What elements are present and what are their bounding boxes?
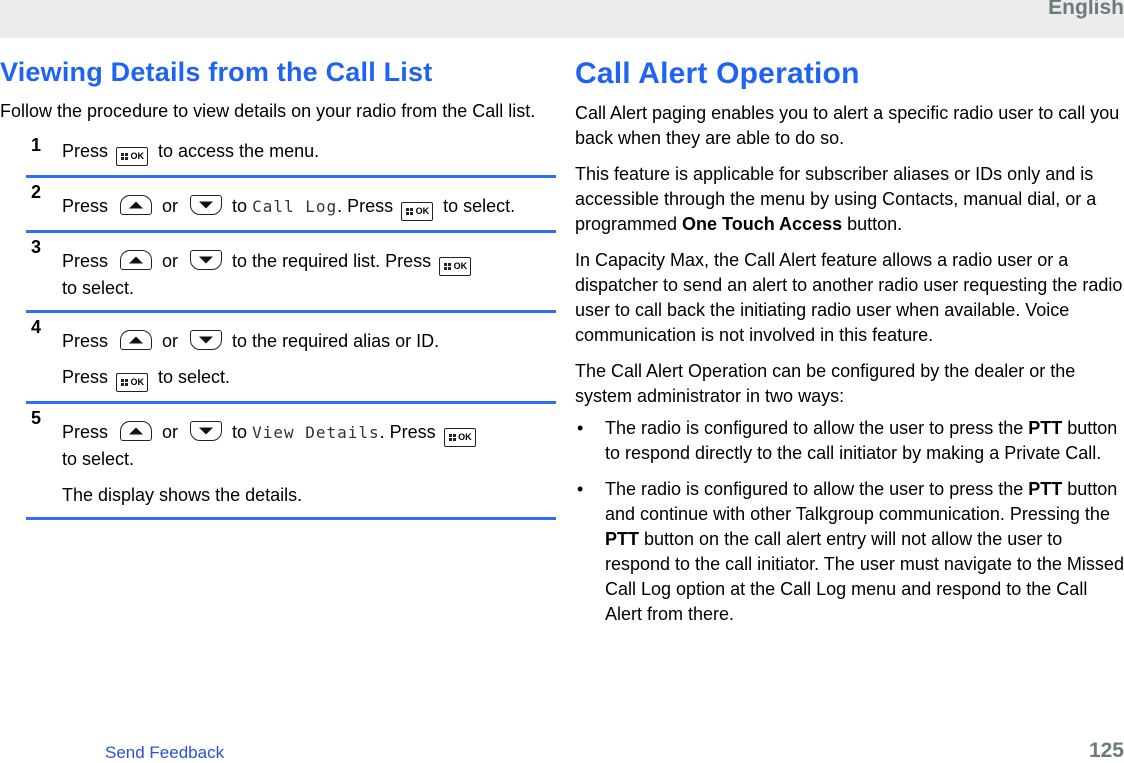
step-text-part: to the required list. Press: [232, 251, 432, 271]
navigation-down-icon: [190, 330, 223, 350]
menu-ok-button-icon: OK: [443, 428, 476, 447]
list-item: • The radio is configured to allow the us…: [577, 479, 1124, 624]
step-number: 4: [31, 317, 42, 337]
step-number: 2: [31, 182, 42, 202]
step-text: Press or to Call Log. Press OK to select.: [62, 194, 556, 221]
step-5: 5 Press or to View Details. Press OK to sele…: [26, 404, 556, 520]
step-text-part: or: [162, 422, 179, 442]
section-title-viewing-details: Viewing Details from the Call List: [0, 57, 433, 87]
step-number: 3: [31, 237, 42, 257]
bullet-icon: •: [577, 479, 584, 499]
step-text-part: to select.: [62, 278, 135, 298]
configuration-options-list: • The radio is configured to allow the us…: [575, 416, 1124, 627]
step-4: 4 Press or to the required alias or ID. Pr…: [26, 313, 556, 404]
step-text: Press or to View Details. Press OK to select…: [62, 420, 556, 472]
send-feedback-link[interactable]: Send Feedback: [105, 743, 224, 763]
step-3: 3 Press or to the required list. Press OK to…: [26, 233, 556, 313]
right-column: Call Alert Operation Call Alert paging e…: [575, 54, 1124, 638]
bullet-icon: •: [577, 418, 584, 438]
emphasis-ptt: PTT: [1028, 418, 1063, 438]
navigation-up-icon: [120, 250, 153, 270]
step-text: Press OK to select.: [62, 365, 556, 392]
navigation-up-icon: [120, 330, 153, 350]
menu-ok-button-icon: OK: [401, 202, 434, 221]
menu-ok-button-icon: OK: [116, 373, 149, 392]
navigation-down-icon: [190, 421, 223, 441]
step-text-part: to select.: [158, 367, 231, 387]
step-text-part: . Press: [337, 196, 394, 216]
paragraph-intro: Call Alert paging enables you to alert a…: [575, 103, 1120, 148]
display-text-view-details: View Details: [252, 423, 380, 442]
language-label: English: [1048, 0, 1124, 19]
emphasis-one-touch-access: One Touch Access: [682, 214, 843, 234]
step-text-part: Press: [62, 367, 109, 387]
navigation-up-icon: [120, 421, 153, 441]
paragraph-applicability: This feature is applicable for subscribe…: [575, 164, 1097, 234]
navigation-up-icon: [120, 195, 153, 215]
step-text-part: or: [162, 196, 179, 216]
menu-ok-button-icon: OK: [439, 257, 472, 276]
navigation-down-icon: [190, 250, 223, 270]
step-text-part: or: [162, 251, 179, 271]
paragraph-configuration: The Call Alert Operation can be configur…: [575, 361, 1076, 406]
step-number: 5: [31, 408, 42, 428]
paragraph-capacity-max: In Capacity Max, the Call Alert feature …: [575, 250, 1123, 345]
step-2: 2 Press or to Call Log. Press OK to select.: [26, 178, 556, 233]
step-text-part: to select.: [443, 196, 516, 216]
procedure-steps: 1 Press OK to access the menu. 2 Press or to…: [0, 135, 556, 520]
step-text: Press or to the required alias or ID.: [62, 329, 556, 354]
list-item: • The radio is configured to allow the us…: [577, 418, 1118, 463]
emphasis-ptt: PTT: [1028, 479, 1063, 499]
step-text-part: to: [232, 196, 248, 216]
step-text-part: . Press: [379, 422, 436, 442]
step-1: 1 Press OK to access the menu.: [26, 135, 556, 178]
step-text: Press OK to access the menu.: [62, 139, 556, 166]
emphasis-ptt: PTT: [605, 529, 639, 549]
section-title-call-alert: Call Alert Operation: [575, 57, 860, 90]
navigation-down-icon: [190, 195, 223, 215]
step-text-part: Press: [62, 251, 109, 271]
menu-ok-button-icon: OK: [116, 147, 149, 166]
step-text-part: Press: [62, 141, 109, 161]
step-result-text: The display shows the details.: [62, 485, 303, 505]
step-text-part: Press: [62, 331, 109, 351]
left-column: Viewing Details from the Call List Follo…: [0, 54, 556, 520]
step-number: 1: [31, 135, 42, 155]
step-text-part: to the required alias or ID.: [232, 331, 440, 351]
page-number: 125: [1088, 739, 1124, 762]
step-text-part: Press: [62, 196, 109, 216]
intro-text: Follow the procedure to view details on …: [0, 101, 536, 121]
step-text: Press or to the required list. Press OK to s…: [62, 249, 556, 301]
step-text-part: to access the menu.: [158, 141, 320, 161]
display-text-call-log: Call Log: [252, 197, 338, 216]
step-text-part: or: [162, 331, 179, 351]
step-text-part: Press: [62, 422, 109, 442]
step-text-part: to select.: [62, 449, 135, 469]
step-text-part: to: [232, 422, 248, 442]
header-bar: English: [0, 0, 1124, 38]
